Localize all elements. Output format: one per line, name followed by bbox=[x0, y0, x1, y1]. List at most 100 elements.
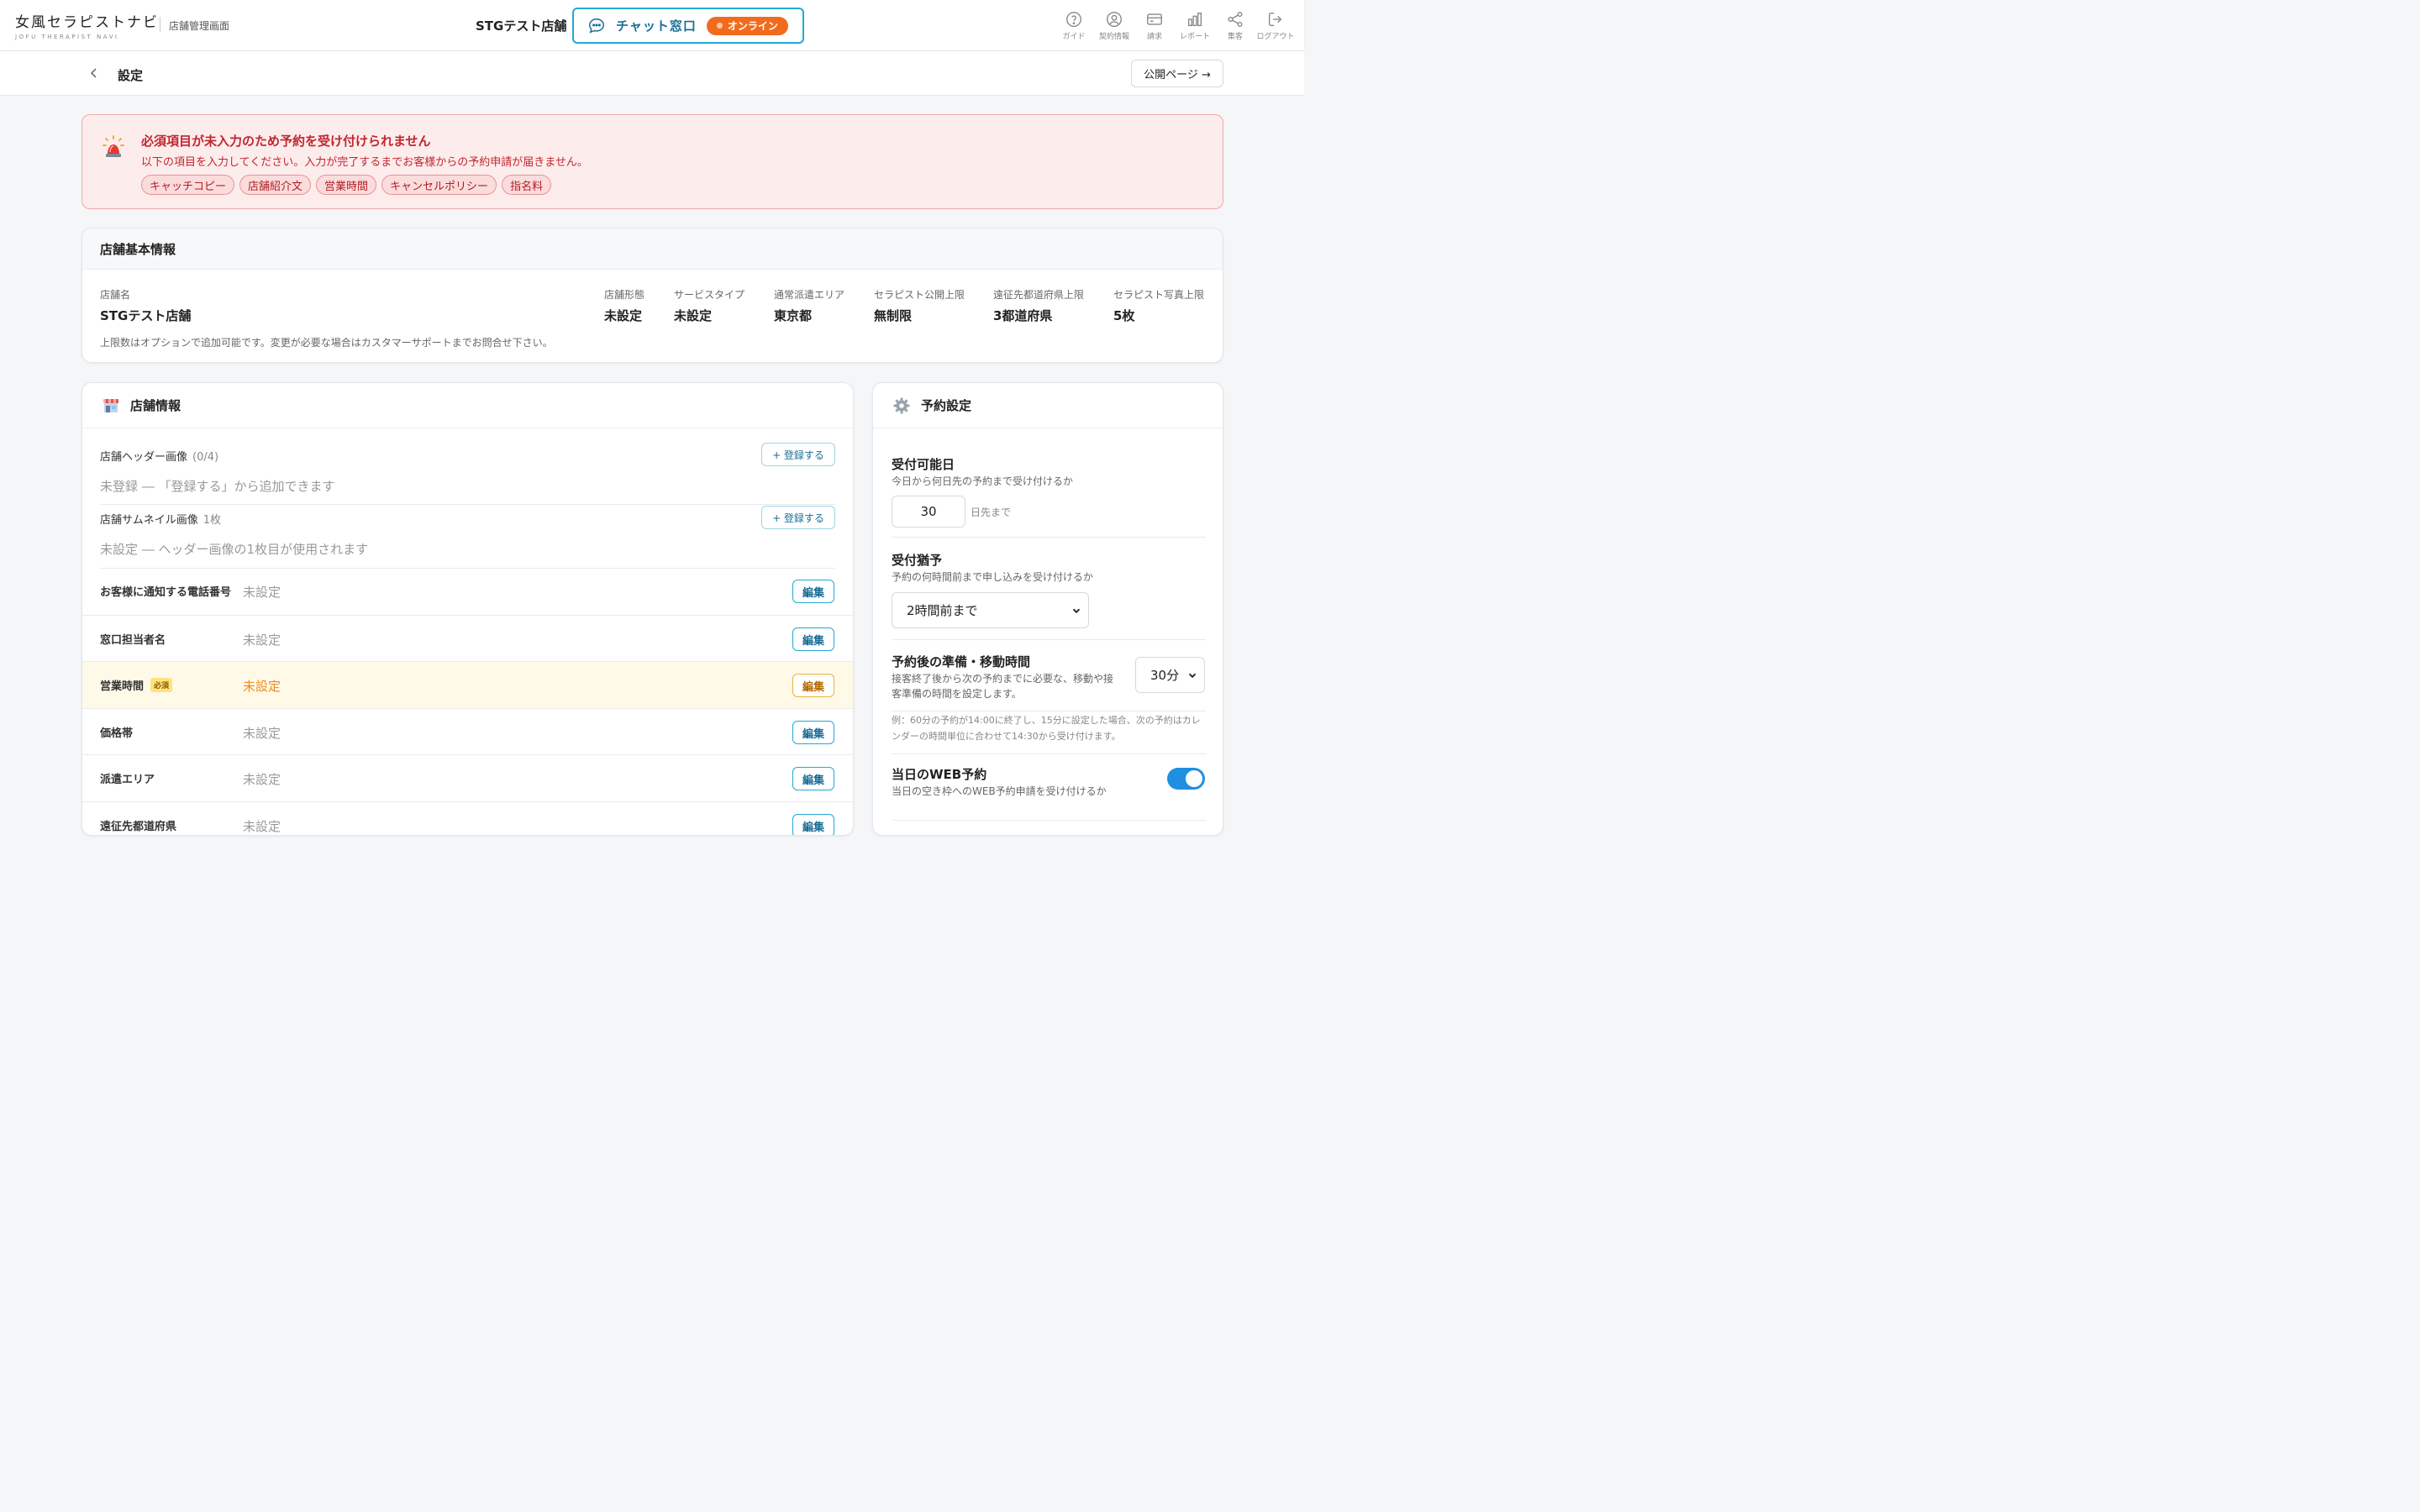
shop-name-value: STGテスト店舗 bbox=[100, 308, 192, 323]
phone-label: お客様に通知する電話番号 bbox=[100, 586, 232, 599]
header-image-section: 店舗ヘッダー画像 (0/4) + 登録する 未登録 ― 「登録する」から追加できま… bbox=[100, 443, 835, 494]
limit-note: 上限数はオプションで追加可能です。変更が必要な場合はカスタマーサポートまでお問合… bbox=[100, 337, 553, 349]
public-page-button[interactable]: 公開ページ → bbox=[1131, 60, 1223, 87]
edit-phone-button[interactable]: 編集 bbox=[792, 580, 834, 603]
nav-guide-label: ガイド bbox=[1062, 33, 1086, 41]
service-type-label: サービスタイプ bbox=[674, 289, 745, 301]
chevron-down-icon bbox=[1072, 608, 1081, 613]
expedition-label: 遠征先都道府県 bbox=[100, 821, 177, 833]
nav-billing[interactable]: 請求 bbox=[1134, 10, 1175, 41]
shop-info-card: 店舗情報 店舗ヘッダー画像 (0/4) + 登録する 未登録 ― 「登録する」から… bbox=[82, 382, 854, 836]
edit-expedition-button[interactable]: 編集 bbox=[792, 814, 834, 835]
register-thumbnail-image-button[interactable]: + 登録する bbox=[761, 506, 835, 529]
accept-days-desc: 今日から何日先の予約まで受け付けるか bbox=[892, 475, 1074, 487]
shop-name-label: 店舗名 bbox=[100, 289, 131, 301]
thumbnail-image-empty: 未設定 ― ヘッダー画像の1枚目が使用されます bbox=[100, 542, 369, 557]
therapist-limit-label: セラピスト公開上限 bbox=[874, 289, 965, 301]
field-row-price-range: 価格帯 未設定 編集 bbox=[82, 708, 853, 755]
nav-logout-label: ログアウト bbox=[1256, 33, 1295, 41]
thumbnail-image-section: 店舗サムネイル画像 1枚 + 登録する 未設定 ― ヘッダー画像の1枚目が使用され… bbox=[100, 506, 835, 557]
logout-icon bbox=[1268, 12, 1282, 27]
price-range-value: 未設定 bbox=[243, 726, 281, 741]
grace-selected-value: 2時間前まで bbox=[907, 603, 978, 618]
same-day-toggle[interactable] bbox=[1167, 768, 1205, 790]
reservation-settings-card: 予約設定 受付可能日 今日から何日先の予約まで受け付けるか 30 日先まで 受付… bbox=[872, 382, 1223, 836]
status-dot-icon bbox=[716, 23, 723, 29]
app-header: 女風セラピストナビ JOFU THERAPIST NAVI 店舗管理画面 STG… bbox=[0, 0, 1304, 51]
help-circle-icon bbox=[1066, 12, 1081, 27]
divider bbox=[892, 820, 1206, 821]
divider bbox=[100, 568, 835, 569]
nav-marketing-label: 集客 bbox=[1227, 33, 1243, 41]
prep-note: 例：60分の予約が14:00に終了し、15分に設定した場合、次の予約はカレンダー… bbox=[892, 715, 1201, 742]
divider bbox=[100, 504, 835, 505]
nav-guide[interactable]: ガイド bbox=[1054, 10, 1094, 41]
basic-info-card: 店舗基本情報 店舗名 STGテスト店舗 店舗形態 未設定 サービスタイプ 未設定… bbox=[82, 228, 1223, 363]
shop-name: STGテスト店舗 bbox=[476, 18, 567, 34]
field-row-expedition: 遠征先都道府県 未設定 編集 bbox=[82, 801, 853, 835]
header-image-empty: 未登録 ― 「登録する」から追加できます bbox=[100, 479, 335, 494]
field-row-business-hours: 営業時間 必須 未設定 編集 bbox=[82, 661, 853, 708]
nav-marketing[interactable]: 集客 bbox=[1215, 10, 1255, 41]
logo[interactable]: 女風セラピストナビ JOFU THERAPIST NAVI bbox=[15, 10, 159, 40]
field-row-dispatch-area: 派遣エリア 未設定 編集 bbox=[82, 754, 853, 801]
logo-text: 女風セラピストナビ bbox=[15, 14, 159, 31]
nav-contract[interactable]: 契約情報 bbox=[1094, 10, 1134, 41]
grace-title: 受付猶予 bbox=[892, 553, 943, 568]
register-header-image-button[interactable]: + 登録する bbox=[761, 443, 835, 466]
edit-contact-person-button[interactable]: 編集 bbox=[792, 627, 834, 651]
dispatch-area-field-value: 未設定 bbox=[243, 772, 281, 787]
basic-info-title: 店舗基本情報 bbox=[82, 228, 1223, 270]
nav-report[interactable]: レポート bbox=[1175, 10, 1215, 41]
online-status-label: オンライン bbox=[727, 20, 778, 32]
prep-title: 予約後の準備・移動時間 bbox=[892, 654, 1031, 669]
accept-days-input[interactable]: 30 bbox=[892, 496, 965, 528]
missing-tag-cancel-policy[interactable]: キャンセルポリシー bbox=[381, 175, 497, 195]
edit-price-range-button[interactable]: 編集 bbox=[792, 721, 834, 744]
contact-person-label: 窓口担当者名 bbox=[100, 634, 166, 647]
required-badge: 必須 bbox=[150, 678, 173, 692]
missing-tag-catchcopy[interactable]: キャッチコピー bbox=[141, 175, 235, 195]
bar-chart-icon bbox=[1187, 12, 1202, 27]
chat-window-button[interactable]: チャット窓口 オンライン bbox=[572, 8, 804, 44]
accept-days-title: 受付可能日 bbox=[892, 457, 955, 472]
phone-value: 未設定 bbox=[243, 585, 281, 600]
price-range-label: 価格帯 bbox=[100, 727, 134, 740]
credit-card-icon bbox=[1147, 13, 1162, 25]
shop-type-label: 店舗形態 bbox=[604, 289, 645, 301]
prep-desc: 接客終了後から次の予約までに必要な、移動や接客準備の時間を設定します。 bbox=[892, 673, 1114, 700]
grace-desc: 予約の何時間前まで申し込みを受け付けるか bbox=[892, 571, 1094, 583]
missing-tag-business-hours[interactable]: 営業時間 bbox=[316, 175, 377, 195]
user-circle-icon bbox=[1107, 12, 1122, 27]
shop-info-title: 店舗情報 bbox=[130, 398, 182, 413]
edit-business-hours-button[interactable]: 編集 bbox=[792, 674, 834, 697]
chevron-left-icon[interactable] bbox=[87, 66, 101, 80]
divider bbox=[892, 537, 1206, 538]
online-status-badge: オンライン bbox=[706, 16, 788, 35]
reservation-settings-header: 予約設定 bbox=[873, 383, 1223, 428]
chevron-down-icon bbox=[1188, 673, 1197, 678]
missing-tag-nomination-fee[interactable]: 指名料 bbox=[502, 175, 552, 195]
therapist-limit-value: 無制限 bbox=[874, 308, 913, 323]
business-hours-label: 営業時間 bbox=[100, 680, 145, 693]
nav-logout[interactable]: ログアウト bbox=[1255, 10, 1296, 41]
field-row-contact-person: 窓口担当者名 未設定 編集 bbox=[82, 615, 853, 662]
header-image-count: (0/4) bbox=[192, 451, 219, 464]
dispatch-area-label: 通常派遣エリア bbox=[774, 289, 845, 301]
page-subheader: 設定 公開ページ → bbox=[0, 51, 1304, 96]
edit-dispatch-area-button[interactable]: 編集 bbox=[792, 767, 834, 790]
thumbnail-image-count: 1枚 bbox=[203, 514, 222, 527]
grace-select[interactable]: 2時間前まで bbox=[892, 592, 1089, 628]
contact-person-value: 未設定 bbox=[243, 633, 281, 648]
shop-type-value: 未設定 bbox=[604, 308, 643, 323]
chat-label: チャット窓口 bbox=[616, 18, 697, 34]
prep-time-select[interactable]: 30分 bbox=[1135, 657, 1205, 693]
photo-limit-value: 5枚 bbox=[1113, 308, 1135, 323]
thumbnail-image-label: 店舗サムネイル画像 bbox=[100, 514, 198, 527]
header-image-label: 店舗ヘッダー画像 bbox=[100, 451, 188, 464]
missing-tag-shop-intro[interactable]: 店舗紹介文 bbox=[239, 175, 312, 195]
field-row-phone: お客様に通知する電話番号 未設定 編集 bbox=[82, 568, 853, 615]
required-fields-alert: 必須項目が未入力のため予約を受け付けられません 以下の項目を入力してください。入… bbox=[82, 114, 1223, 209]
same-day-title: 当日のWEB予約 bbox=[892, 767, 987, 782]
chat-bubble-icon bbox=[587, 17, 606, 35]
